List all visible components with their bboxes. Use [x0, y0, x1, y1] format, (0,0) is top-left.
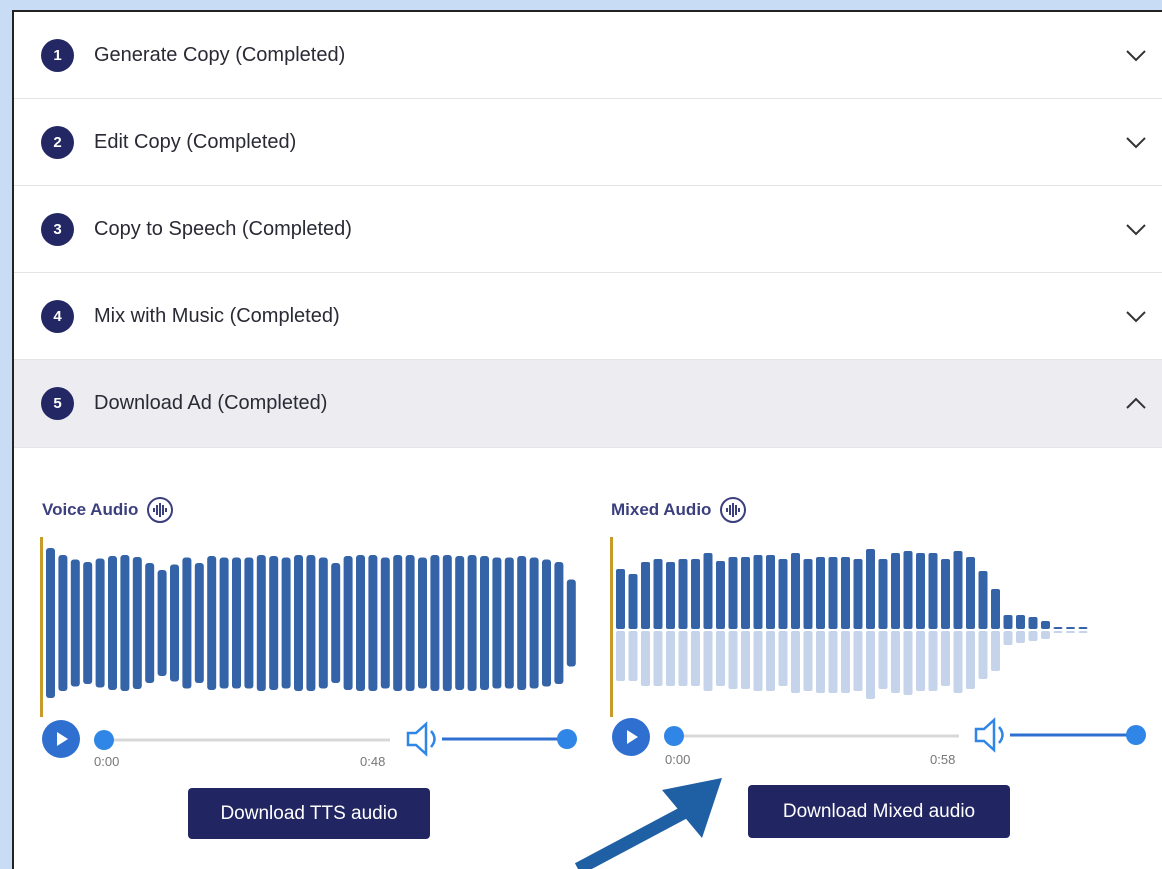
screenshot-frame: 1 Generate Copy (Completed) 2 Edit Copy … [0, 0, 1162, 869]
annotation-arrow [574, 778, 722, 869]
